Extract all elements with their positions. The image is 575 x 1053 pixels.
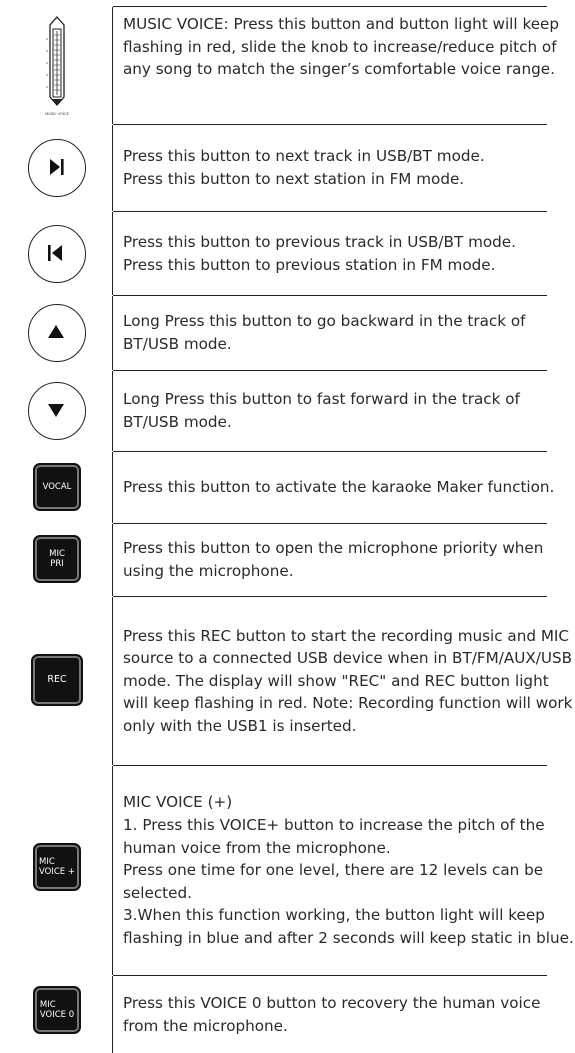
- icon-cell: MIC PRI: [0, 524, 113, 596]
- icon-cell: MUSIC VOICE: [0, 7, 113, 124]
- description-cell: Press this VOICE 0 button to recovery th…: [113, 976, 575, 1053]
- down-arrow-button: [28, 382, 86, 440]
- icon-cell: [0, 212, 113, 295]
- slider-caption: MUSIC VOICE: [45, 112, 70, 116]
- mic-pri-button-icon: MIC PRI: [33, 535, 81, 583]
- table-row: Press this button to previous track in U…: [0, 212, 575, 295]
- mic-voice-zero-button-label: MIC VOICE 0: [39, 1000, 75, 1020]
- rec-button-icon: REC: [31, 654, 83, 706]
- mic-voice-zero-button-icon: MIC VOICE 0: [33, 986, 81, 1034]
- up-arrow-icon: [48, 325, 65, 339]
- icon-cell: REC: [0, 597, 113, 765]
- description-cell: Long Press this button to go backward in…: [113, 296, 575, 370]
- table-row: Long Press this button to fast forward i…: [0, 371, 575, 451]
- description-cell: Press this button to activate the karaok…: [113, 452, 575, 523]
- row-description: Press this button to open the microphone…: [123, 539, 544, 580]
- table-row: Press this button to next track in USB/B…: [0, 125, 575, 211]
- description-cell: Long Press this button to fast forward i…: [113, 371, 575, 451]
- description-cell: Press this button to next track in USB/B…: [113, 125, 575, 211]
- description-cell: MIC VOICE (+) 1. Press this VOICE+ butto…: [113, 766, 575, 975]
- previous-track-button: [28, 225, 86, 283]
- next-track-icon: [50, 159, 65, 176]
- row-description: Long Press this button to fast forward i…: [123, 390, 520, 431]
- table-row: MIC VOICE + MIC VOICE (+) 1. Press this …: [0, 766, 575, 975]
- table-row: MIC PRI Press this button to open the mi…: [0, 524, 575, 596]
- description-cell: MUSIC VOICE: Press this button and butto…: [113, 7, 575, 124]
- mic-voice-plus-button-label: MIC VOICE +: [39, 857, 75, 877]
- table-row: Long Press this button to go backward in…: [0, 296, 575, 370]
- vocal-button-label: VOCAL: [42, 482, 72, 492]
- icon-cell: [0, 125, 113, 211]
- table-row: VOCAL Press this button to activate the …: [0, 452, 575, 523]
- up-arrow-button: [28, 304, 86, 362]
- music-voice-slider-icon: MUSIC VOICE: [45, 16, 70, 116]
- table-row: REC Press this REC button to start the r…: [0, 597, 575, 765]
- table-row: MIC VOICE 0 Press this VOICE 0 button to…: [0, 976, 575, 1053]
- row-description: Press this REC button to start the recor…: [123, 626, 573, 735]
- row-description: MIC VOICE (+) 1. Press this VOICE+ butto…: [123, 793, 574, 947]
- vocal-button-icon: VOCAL: [33, 463, 81, 511]
- icon-cell: VOCAL: [0, 452, 113, 523]
- row-description: Press this button to activate the karaok…: [123, 478, 555, 497]
- row-description: MUSIC VOICE: Press this button and butto…: [123, 15, 560, 79]
- row-description: Press this button to previous track in U…: [123, 232, 516, 274]
- down-arrow-icon: [48, 404, 65, 418]
- description-cell: Press this button to previous track in U…: [113, 212, 575, 295]
- icon-cell: [0, 371, 113, 451]
- previous-track-icon: [48, 245, 63, 262]
- row-description: Press this button to next track in USB/B…: [123, 147, 485, 188]
- row-description: Long Press this button to go backward in…: [123, 312, 526, 353]
- icon-cell: MIC VOICE 0: [0, 976, 113, 1053]
- mic-voice-plus-button-icon: MIC VOICE +: [33, 843, 81, 891]
- icon-cell: MIC VOICE +: [0, 766, 113, 975]
- table-row: MUSIC VOICE MUSIC VOICE: Press this butt…: [0, 7, 575, 124]
- icon-cell: [0, 296, 113, 370]
- description-cell: Press this button to open the microphone…: [113, 524, 575, 596]
- row-description: Press this VOICE 0 button to recovery th…: [123, 993, 541, 1035]
- description-cell: Press this REC button to start the recor…: [113, 597, 575, 765]
- mic-pri-button-label: MIC PRI: [49, 549, 65, 569]
- next-track-button: [28, 139, 86, 197]
- rec-button-label: REC: [47, 674, 67, 685]
